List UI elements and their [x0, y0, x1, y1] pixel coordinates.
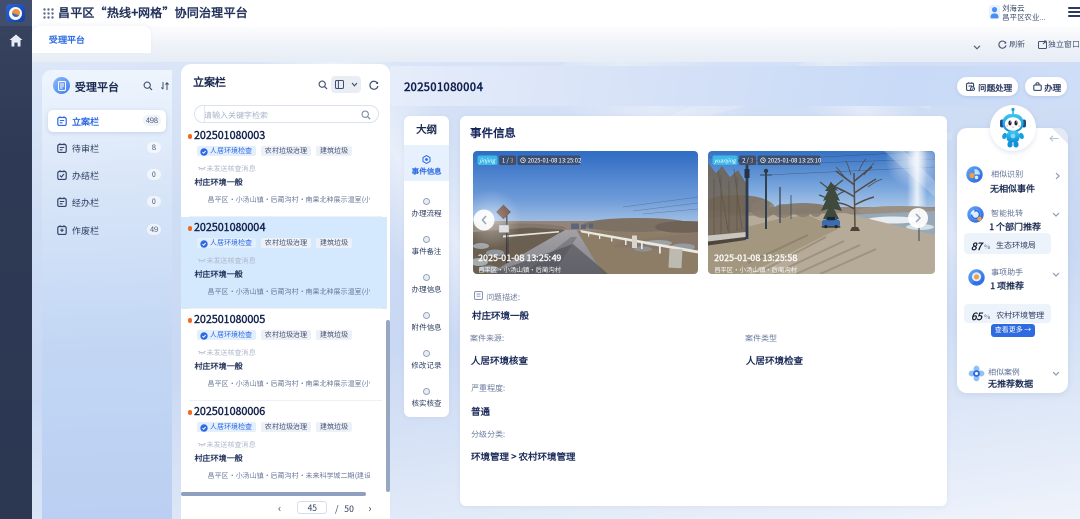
svg-text:2025-01-08 13:25:02: 2025-01-08 13:25:02 — [528, 155, 582, 164]
svg-text:3: 3 — [510, 155, 513, 164]
svg-text:昌平区·小汤山镇·后蔺沟村: 昌平区·小汤山镇·后蔺沟村 — [714, 265, 798, 274]
svg-text:2025-01-08 13:25:10: 2025-01-08 13:25:10 — [768, 155, 822, 164]
svg-text:yuanjing: yuanjing — [713, 156, 737, 164]
svg-text:2 /: 2 / — [742, 155, 750, 164]
svg-text:昌平区·小汤山镇·后蔺沟村: 昌平区·小汤山镇·后蔺沟村 — [478, 265, 562, 274]
svg-text:2025-01-08 13:25:49: 2025-01-08 13:25:49 — [477, 251, 561, 264]
svg-text:3: 3 — [750, 155, 753, 164]
svg-text:2025-01-08 13:25:58: 2025-01-08 13:25:58 — [713, 251, 797, 264]
svg-text:jinjing: jinjing — [479, 156, 497, 164]
svg-text:1 /: 1 / — [502, 155, 510, 164]
